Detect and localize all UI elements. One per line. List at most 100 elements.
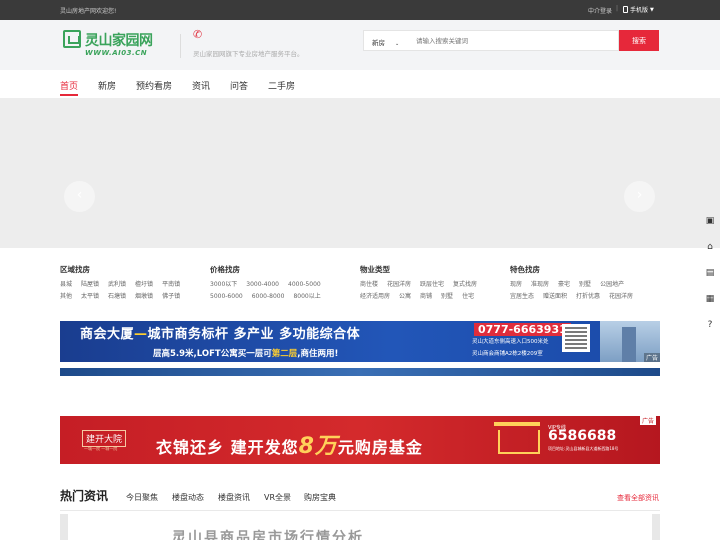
ad-address-1: 灵山大道东侧高速入口500米处 xyxy=(472,339,549,345)
news-tab-dynamics[interactable]: 楼盘动态 xyxy=(172,492,204,503)
nav-item-qa[interactable]: 问答 xyxy=(230,79,248,92)
search-button[interactable]: 搜索 xyxy=(619,30,659,51)
category-link[interactable]: 经济适用房 xyxy=(360,293,390,300)
qr-code-icon xyxy=(562,324,590,352)
category-link[interactable]: 县城 xyxy=(60,281,72,288)
ad-slogan-a: 衣锦还乡 建开发您 xyxy=(156,438,299,457)
category-link[interactable]: 公园地产 xyxy=(600,281,624,288)
building-icon[interactable]: ▣ xyxy=(705,216,715,226)
search-type-select[interactable]: 新房 ⌄ xyxy=(372,37,399,47)
category-link[interactable]: 准现房 xyxy=(531,281,549,288)
nav-item-new-homes[interactable]: 新房 xyxy=(98,79,116,92)
nav-item-book-viewing[interactable]: 预约看房 xyxy=(136,79,172,92)
category-links: 3000以下 3000-4000 4000-5000 5000-6000 600… xyxy=(210,281,334,300)
chevron-right-icon[interactable]: › xyxy=(624,181,655,212)
chevron-left-icon[interactable]: ‹ xyxy=(64,181,95,212)
category-features: 特色找房 现房 准现房 豪宅 别墅 公园地产 宜居生态 赠送面积 打折优惠 花园… xyxy=(510,264,634,300)
category-link[interactable]: 8000以上 xyxy=(293,293,320,300)
nav-item-second-hand[interactable]: 二手房 xyxy=(268,79,295,92)
help-icon[interactable]: ? xyxy=(705,320,715,330)
news-tab-property-news[interactable]: 楼盘资讯 xyxy=(218,492,250,503)
ad-brand-sub: 一城一院 一城一院 xyxy=(84,446,118,451)
ad-subline: 层高5.9米,LOFT公寓买一层可第二层,商住两用! xyxy=(153,347,338,359)
ad-slogan-b: 元购房基金 xyxy=(337,438,423,457)
category-links: 商住楼 花园洋房 跃层住宅 复式找房 经济适用房 公寓 商铺 别墅 住宅 xyxy=(360,281,484,300)
category-price: 价格找房 3000以下 3000-4000 4000-5000 5000-600… xyxy=(210,264,334,300)
gate-illustration xyxy=(494,422,540,454)
ad-slogan: 衣锦还乡 建开发您8万元购房基金 xyxy=(156,428,423,460)
category-link[interactable]: 住宅 xyxy=(462,293,474,300)
header-slogan: 灵山家园网旗下专业房地产服务平台。 xyxy=(193,50,304,58)
news-featured-headline[interactable]: 灵山县商品房市场行情分析 xyxy=(172,526,552,540)
category-link[interactable]: 太平镇 xyxy=(81,293,99,300)
category-link[interactable]: 烟墩镇 xyxy=(135,293,153,300)
category-link[interactable]: 打折优惠 xyxy=(576,293,600,300)
header-divider xyxy=(180,34,181,58)
category-link[interactable]: 4000-5000 xyxy=(288,281,321,288)
ad-headline-a: 商会大厦 xyxy=(80,327,135,342)
ad-address-2: 灵山商会商铺A2栋2楼209室 xyxy=(472,351,543,357)
news-tab-today[interactable]: 今日聚焦 xyxy=(126,492,158,503)
category-link[interactable]: 宜居生态 xyxy=(510,293,534,300)
category-link[interactable]: 现房 xyxy=(510,281,522,288)
mobile-version-link[interactable]: 手机版 ▼ xyxy=(623,5,654,14)
category-link[interactable]: 别墅 xyxy=(579,281,591,288)
agent-login-link[interactable]: 中介登录 xyxy=(588,6,612,15)
category-link[interactable]: 花园洋房 xyxy=(387,281,411,288)
ad-tag: 广告 xyxy=(640,416,657,425)
category-link[interactable]: 檀圩镇 xyxy=(135,281,153,288)
category-title: 价格找房 xyxy=(210,265,240,274)
news-featured[interactable]: 灵山县商品房市场行情分析 xyxy=(60,514,660,540)
search-box: 新房 ⌄ xyxy=(363,30,619,51)
category-link[interactable]: 5000-6000 xyxy=(210,293,243,300)
document-icon[interactable]: ▦ xyxy=(705,294,715,304)
category-link[interactable]: 武利镇 xyxy=(108,281,126,288)
ad-headline-dash: — xyxy=(134,327,148,342)
nav-item-home[interactable]: 首页 xyxy=(60,79,78,92)
ad-headline-b: 城市商务标杆 多产业 多功能综合体 xyxy=(147,327,361,342)
news-tab-guide[interactable]: 购房宝典 xyxy=(304,492,336,503)
category-link[interactable]: 跃层住宅 xyxy=(420,281,444,288)
house-logo-icon xyxy=(63,30,81,48)
ad-banner-commerce-building[interactable]: 商会大厦—城市商务标杆 多产业 多功能综合体 层高5.9米,LOFT公寓买一层可… xyxy=(60,321,660,362)
nav-item-news[interactable]: 资讯 xyxy=(192,79,210,92)
category-link[interactable]: 豪宅 xyxy=(558,281,570,288)
news-featured-edge xyxy=(60,514,68,540)
category-link[interactable]: 佛子镇 xyxy=(162,293,180,300)
category-link[interactable]: 平南镇 xyxy=(162,281,180,288)
view-all-news-link[interactable]: 查看全部资讯 xyxy=(617,493,659,503)
ad-subline-b: ,商住两用! xyxy=(297,349,339,359)
mobile-version-label: 手机版 xyxy=(630,7,649,14)
category-link[interactable]: 商住楼 xyxy=(360,281,378,288)
category-link[interactable]: 3000-4000 xyxy=(246,281,279,288)
home-icon[interactable]: ⌂ xyxy=(705,242,715,252)
category-link[interactable]: 别墅 xyxy=(441,293,453,300)
category-link[interactable]: 其他 xyxy=(60,293,72,300)
category-link[interactable]: 商铺 xyxy=(420,293,432,300)
ad-slogan-amount: 8万 xyxy=(298,434,338,459)
mobile-phone-icon xyxy=(623,6,628,13)
news-divider xyxy=(60,510,660,511)
phone-ring-icon: ✆ xyxy=(193,28,203,41)
category-link[interactable]: 复式找房 xyxy=(453,281,477,288)
category-link[interactable]: 6000-8000 xyxy=(252,293,285,300)
category-link[interactable]: 花园洋房 xyxy=(609,293,633,300)
banner-slider: ‹ › xyxy=(0,98,720,248)
ad-banner-jiankai[interactable]: 建开大院 一城一院 一城一院 衣锦还乡 建开发您8万元购房基金 VIP专线 65… xyxy=(60,416,660,464)
category-links: 县城 陆屋镇 武利镇 檀圩镇 平南镇 其他 太平镇 石塘镇 烟墩镇 佛子镇 xyxy=(60,281,184,300)
main-nav: 首页 新房 预约看房 资讯 问答 二手房 xyxy=(0,70,720,98)
news-tab-vr[interactable]: VR全景 xyxy=(264,492,291,503)
category-link[interactable]: 陆屋镇 xyxy=(81,281,99,288)
category-link[interactable]: 3000以下 xyxy=(210,281,237,288)
ad-headline: 商会大厦—城市商务标杆 多产业 多功能综合体 xyxy=(80,323,360,342)
site-logo[interactable]: 灵山家园网 WWW.AI03.CN xyxy=(63,30,163,62)
nav-active-underline xyxy=(60,94,78,96)
category-link[interactable]: 石塘镇 xyxy=(108,293,126,300)
search-type-label: 新房 xyxy=(372,39,385,47)
ad-strip[interactable] xyxy=(60,368,660,376)
search-input[interactable] xyxy=(416,32,616,50)
category-link[interactable]: 公寓 xyxy=(399,293,411,300)
category-title: 区域找房 xyxy=(60,265,90,274)
box-icon[interactable]: ▤ xyxy=(705,268,715,278)
category-link[interactable]: 赠送面积 xyxy=(543,293,567,300)
